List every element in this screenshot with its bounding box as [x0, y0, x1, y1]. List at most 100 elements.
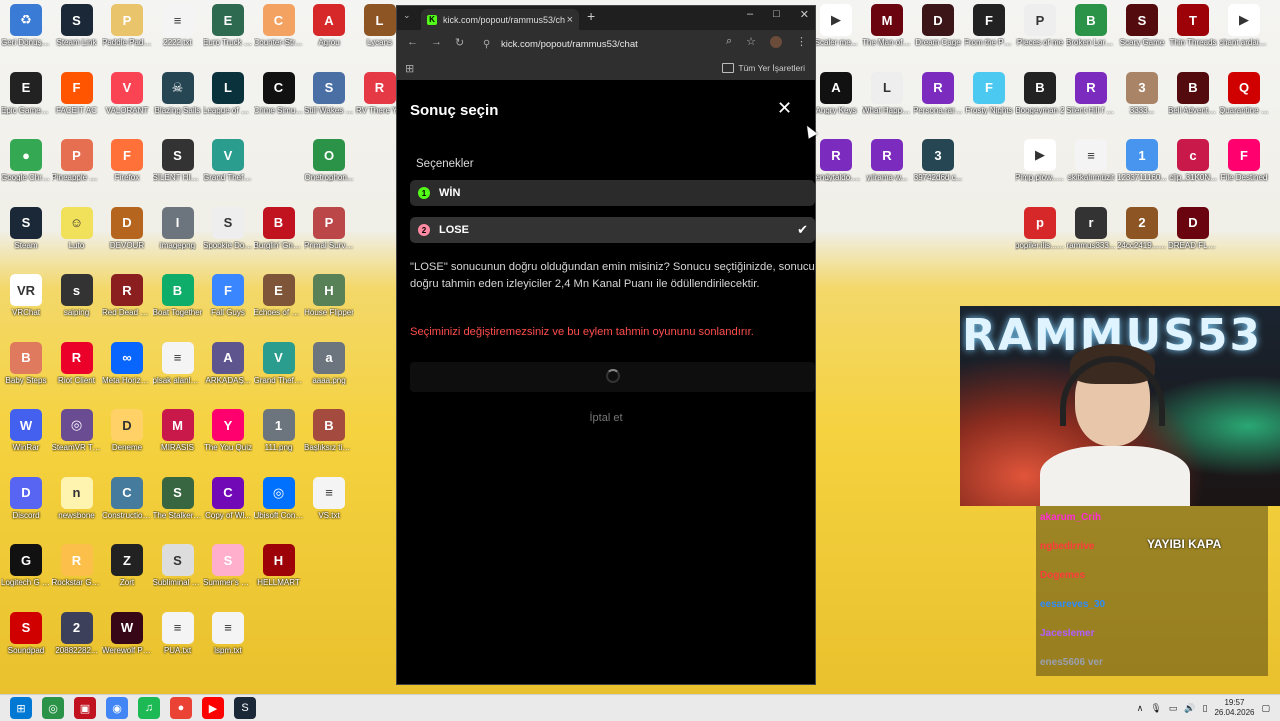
- desktop-icon-20882282[interactable]: 2 20882282...: [52, 611, 102, 655]
- desktop-icon-baby-steps[interactable]: B Baby Steps: [1, 341, 51, 385]
- desktop-icon-from-the-past[interactable]: F From the Past: [964, 4, 1014, 47]
- desktop-icon-vrchat[interactable]: VR VRChat: [1, 274, 51, 317]
- desktop-icon-meta-horizon-link[interactable]: ∞Meta Horizon Link: [102, 341, 152, 385]
- option-lose[interactable]: 2 LOSE ✔: [410, 217, 815, 243]
- desktop-icon-1233711160[interactable]: 1 1233711160...: [1117, 139, 1167, 182]
- desktop-icon-scaler-me[interactable]: ▶ Scaler me...: [811, 4, 861, 47]
- desktop-icon-firefox[interactable]: F Firefox: [102, 139, 152, 182]
- app-1-icon[interactable]: ◎: [42, 697, 64, 719]
- desktop-icon-hellmart[interactable]: H HELLMART: [254, 544, 304, 587]
- desktop-icon-skitkal-rm-zit[interactable]: ≡ skitkalırmüzit: [1066, 139, 1116, 182]
- desktop-icon-dread-flats[interactable]: D DREAD FLATS: [1168, 206, 1218, 250]
- desktop-icon-y-lrama-w[interactable]: Ryılrama w...: [862, 139, 912, 182]
- desktop-icon-werewolf-party[interactable]: W Werewolf Party: [102, 611, 152, 655]
- desktop-icon-pineapple-on-pizza[interactable]: P Pineapple on pizza: [52, 139, 102, 182]
- dialog-close-icon[interactable]: ✕: [777, 98, 792, 119]
- desktop-icon-2222-txt[interactable]: ≡ 2222.txt: [153, 4, 203, 47]
- site-info-icon[interactable]: ⚲: [483, 39, 490, 50]
- all-bookmarks-button[interactable]: Tüm Yer İşaretleri: [722, 63, 805, 73]
- desktop-icon-rammus333[interactable]: r rammus333...: [1066, 206, 1116, 250]
- desktop-icon-house-flipper[interactable]: H House Flipper: [304, 274, 354, 317]
- desktop-icon-plsak-alanlar-txt[interactable]: ≡plsak alanlarıtxt: [153, 341, 203, 385]
- desktop-icon-devour[interactable]: D DEVOUR: [102, 206, 152, 250]
- desktop-icon-still-wakes-the-deep[interactable]: SStill Wakes the Deep: [304, 71, 354, 115]
- bookmark-star-icon[interactable]: ☆: [746, 35, 756, 48]
- desktop-icon-pua-txt[interactable]: ≡ PUA.txt: [153, 611, 203, 655]
- windows-start-icon[interactable]: ⊞: [10, 697, 32, 719]
- desktop-icon-39742d6d-c[interactable]: 3 39742d6d c...: [913, 139, 963, 182]
- desktop-icon-the-man-of-jonah[interactable]: M The Man of Jonah: [862, 4, 912, 47]
- desktop-icon-scary-game[interactable]: S Scary Game: [1117, 4, 1167, 47]
- desktop-icon-spookie-dookie[interactable]: SSpookie Dookie: [203, 206, 253, 250]
- battery-icon[interactable]: ▯: [1202, 703, 1207, 714]
- desktop-icon-primal-surviv[interactable]: P Primal Surviv...: [304, 206, 354, 250]
- desktop-icon-ubisoft-connect[interactable]: ◎Ubisoft Connect: [254, 476, 304, 520]
- desktop-icon-copy-of-wl[interactable]: C Copy of Wl...: [203, 476, 253, 520]
- desktop-icon-the-stalker-3-demo[interactable]: SThe Stalker 3 Demo: [153, 476, 203, 520]
- network-icon[interactable]: ▭: [1169, 703, 1178, 714]
- desktop-icon-riot-client[interactable]: R Riot Client: [52, 341, 102, 385]
- desktop-icon-file-destined[interactable]: F File Destined: [1219, 139, 1269, 182]
- desktop-icon-steam-link[interactable]: S Steam Link: [52, 4, 102, 47]
- desktop-icon-crime-simulator[interactable]: CCrime Simulator: [254, 71, 304, 115]
- maximize-button[interactable]: □: [773, 8, 780, 21]
- notifications-icon[interactable]: ▢: [1261, 703, 1270, 714]
- desktop-icon-the-you-quiz[interactable]: Y The You Quiz: [203, 409, 253, 452]
- desktop-icon-rockstar-games[interactable]: R Rockstar Games...: [52, 544, 102, 587]
- app-2-icon[interactable]: ▣: [74, 697, 96, 719]
- desktop-icon-silent-hill-f[interactable]: S SILENT HILL f: [153, 139, 203, 182]
- desktop-icon-111-png[interactable]: 1 111.png: [254, 409, 304, 452]
- desktop-icon-lspm-txt[interactable]: ≡ lspm.txt: [203, 611, 253, 655]
- desktop-icon-thin-threads[interactable]: T Thin Threads: [1168, 4, 1218, 47]
- desktop-icon-angry-keys[interactable]: A Angry Keys: [811, 71, 861, 115]
- desktop-icon-what-happened[interactable]: LWhat Happened...: [862, 71, 912, 115]
- desktop-icon-3333[interactable]: 3 3333...: [1117, 71, 1167, 115]
- desktop-icon-24cc2419-b[interactable]: 2 24cc2419... b...: [1117, 206, 1167, 250]
- desktop-icon-bendytaldo-records-zip[interactable]: Rbendytaldo... Records.zip: [811, 139, 861, 182]
- close-window-button[interactable]: ✕: [800, 8, 809, 21]
- desktop-icon-zort[interactable]: Z Zort: [102, 544, 152, 587]
- desktop-icon-popiler-ilis-3-gif[interactable]: ppopiler.ilis... (3).gif: [1015, 206, 1065, 250]
- desktop-icon-geri-d-n[interactable]: ♻ Geri Dönüşü...: [1, 4, 51, 47]
- profile-avatar[interactable]: [770, 35, 782, 48]
- desktop-icon-imagepng[interactable]: Iimagepng: [153, 206, 203, 250]
- desktop-icon-luto[interactable]: ☺ Luto: [52, 206, 102, 250]
- desktop-icon-steamvr-tracker[interactable]: ◎ SteamVR Tracker: [52, 409, 102, 452]
- cancel-button[interactable]: İptal et: [397, 412, 815, 424]
- desktop-icon-newsbone[interactable]: n newsbone: [52, 476, 102, 520]
- desktop-icon-aaaa-png[interactable]: a aaaa.png: [304, 341, 354, 385]
- desktop-icon-chant-ardaintmp3[interactable]: ▶ chant ardaintMP3: [1219, 4, 1269, 47]
- desktop-icon-deneme[interactable]: D Deneme: [102, 409, 152, 452]
- desktop-icon-onetrophon[interactable]: O Onetrophon...: [304, 139, 354, 182]
- desktop-icon-arkada[interactable]: A ARKADAŞ...: [203, 341, 253, 385]
- desktop-icon-winrar[interactable]: W WinRar: [1, 409, 51, 452]
- desktop-icon-burglin-gnom[interactable]: BBurglin' Gnom...: [254, 206, 304, 250]
- desktop-icon-summer-s-heartbeat[interactable]: S Summer's Heartbeat: [203, 544, 253, 587]
- desktop-icon-valorant[interactable]: V VALORANT: [102, 71, 152, 115]
- desktop-icon-grand-theft-auto-v-le[interactable]: VGrand Theft Auto V Le...: [254, 341, 304, 385]
- tab-search-icon[interactable]: ⌄: [403, 10, 411, 21]
- minimize-button[interactable]: –: [747, 8, 753, 21]
- desktop-icon-echoes-of-elysium[interactable]: E Echoes of Elysium: [254, 274, 304, 317]
- apps-grid-icon[interactable]: ⊞: [405, 62, 414, 75]
- confirm-button-loading[interactable]: [410, 362, 815, 392]
- desktop-icon-paddle-paddl[interactable]: P Paddle Paddl...: [102, 4, 152, 47]
- new-tab-button[interactable]: +: [587, 8, 595, 24]
- desktop-icon-epic-games-launcher[interactable]: EEpic Games Launcher: [1, 71, 51, 115]
- url-field[interactable]: ⚲ kick.com/popout/rammus53/chat: [473, 34, 723, 54]
- desktop-icon-red-dead-redempti[interactable]: R Red Dead Redempti...: [102, 274, 152, 317]
- desktop-icon-bell-adventure[interactable]: B Bell Adventure: [1168, 71, 1218, 115]
- desktop-icon-euro-truck-simulator-2[interactable]: E Euro Truck Simulator 2: [203, 4, 253, 47]
- desktop-icon-subliminal-demo[interactable]: S Subliminal Demo: [153, 544, 203, 587]
- desktop-icon-mirasis[interactable]: M MIRASIS: [153, 409, 203, 452]
- desktop-icon-blazing-sails[interactable]: ☠ Blazing Sails: [153, 71, 203, 115]
- desktop-icon-faceit-ac[interactable]: F FACEIT AC: [52, 71, 102, 115]
- clock[interactable]: 19:57 26.04.2026: [1214, 698, 1254, 718]
- desktop-icon-logitech-g-hub[interactable]: G Logitech G HUB: [1, 544, 51, 587]
- tab-close-icon[interactable]: ×: [567, 14, 573, 26]
- desktop-icon-persona-rar-no-rem[interactable]: RPersona.rar No REM...: [913, 71, 963, 115]
- option-win[interactable]: 1 WİN: [410, 180, 815, 206]
- desktop-icon-google-chrome[interactable]: ● Google Chrome: [1, 139, 51, 182]
- volume-icon[interactable]: 🔊: [1184, 703, 1195, 714]
- steam-icon[interactable]: S: [234, 697, 256, 719]
